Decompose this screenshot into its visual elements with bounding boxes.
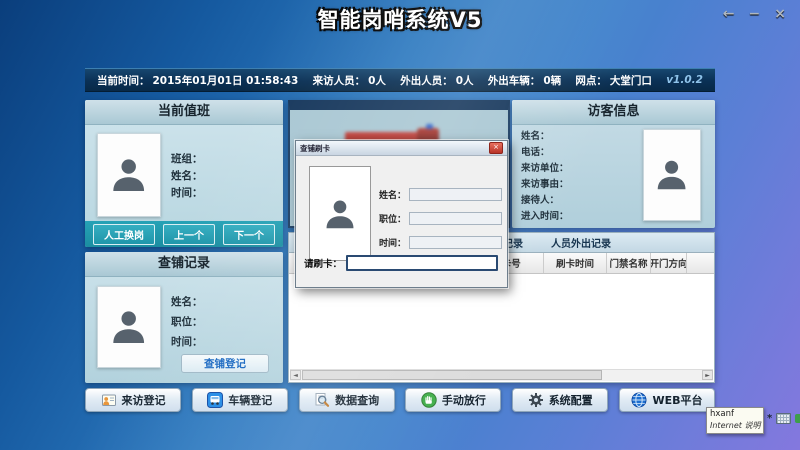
web-platform-button[interactable]: WEB平台 bbox=[619, 388, 715, 412]
ime-caption: Internet 说明 bbox=[710, 420, 760, 431]
check-field-time: 时间： bbox=[171, 332, 203, 352]
check-field-position: 职位： bbox=[171, 312, 203, 332]
out-vehicle-count: 外出车辆：0辆 bbox=[488, 73, 564, 88]
bed-check-photo bbox=[97, 286, 161, 368]
check-field-name: 姓名： bbox=[171, 292, 203, 312]
swipe-card-label: 请刷卡： bbox=[304, 256, 342, 270]
ime-input-text: hxanf bbox=[710, 409, 760, 420]
app-window: 智能岗哨系统V5 ← − × 当前时间：2015年01月01日 01:58:43… bbox=[0, 0, 800, 450]
next-button[interactable]: 下一个 bbox=[223, 224, 275, 245]
dialog-title: 查铺刷卡 bbox=[300, 143, 489, 154]
visitor-register-icon bbox=[101, 392, 117, 408]
duty-field-time: 时间： bbox=[171, 185, 203, 202]
visitor-field-entry-time: 进入时间： bbox=[521, 209, 569, 225]
col-swipe-time: 刷卡时间 bbox=[544, 253, 607, 273]
ime-mode-icon[interactable] bbox=[795, 414, 800, 423]
ime-pen-icon[interactable]: * bbox=[767, 414, 772, 424]
dialog-time-input[interactable] bbox=[409, 236, 502, 249]
system-config-button[interactable]: 系统配置 bbox=[512, 388, 608, 412]
visitor-field-host: 接待人： bbox=[521, 193, 569, 209]
title-bar: 智能岗哨系统V5 ← − × bbox=[0, 0, 800, 40]
visitor-field-phone: 电话： bbox=[521, 145, 569, 161]
window-controls: ← − × bbox=[723, 6, 786, 22]
back-icon[interactable]: ← bbox=[723, 6, 735, 22]
site-name: 网点：大堂门口 bbox=[575, 73, 655, 88]
visitor-field-name: 姓名： bbox=[521, 129, 569, 145]
horizontal-scrollbar[interactable]: ◄ ► bbox=[290, 369, 713, 381]
person-silhouette-icon bbox=[107, 305, 150, 348]
data-query-icon bbox=[314, 392, 330, 408]
col-door-direction: 开门方向 bbox=[651, 253, 687, 273]
current-time: 当前时间：2015年01月01日 01:58:43 bbox=[97, 73, 301, 88]
duty-field-team: 班组： bbox=[171, 151, 203, 168]
keyboard-icon[interactable] bbox=[776, 413, 791, 424]
ime-tooltip: hxanf Internet 说明 bbox=[706, 407, 764, 434]
bed-check-swipe-dialog: 查铺刷卡 × 姓名： 职位： 时间： 请刷卡： bbox=[295, 140, 508, 288]
dialog-photo bbox=[309, 166, 371, 261]
tab-personnel-out-records[interactable]: 人员外出记录 bbox=[537, 235, 625, 250]
dialog-position-input[interactable] bbox=[409, 212, 502, 225]
dialog-name-input[interactable] bbox=[409, 188, 502, 201]
dialog-title-bar[interactable]: 查铺刷卡 × bbox=[296, 141, 507, 156]
visitor-field-reason: 来访事由： bbox=[521, 177, 569, 193]
minimize-icon[interactable]: − bbox=[749, 6, 761, 22]
visitor-info-panel: 访客信息 姓名： 电话： 来访单位： 来访事由： 接待人： 进入时间： bbox=[512, 100, 715, 228]
manual-shift-button[interactable]: 人工换岗 bbox=[93, 224, 155, 245]
scroll-right-icon[interactable]: ► bbox=[702, 370, 713, 380]
current-duty-panel: 当前值班 班组： 姓名： 时间： 人工换岗 上一个 下一个 bbox=[85, 100, 283, 247]
dialog-time-label: 时间： bbox=[376, 236, 406, 249]
manual-release-icon bbox=[421, 392, 437, 408]
bed-check-title: 查铺记录 bbox=[85, 252, 283, 277]
scrollbar-thumb[interactable] bbox=[302, 370, 602, 380]
app-title: 智能岗哨系统V5 bbox=[0, 0, 800, 40]
close-icon[interactable]: × bbox=[774, 6, 786, 22]
person-silhouette-icon bbox=[107, 153, 150, 196]
language-bar: * bbox=[767, 413, 800, 424]
visitor-photo bbox=[643, 129, 701, 221]
vehicle-register-button[interactable]: 车辆登记 bbox=[192, 388, 288, 412]
person-silhouette-icon bbox=[321, 195, 359, 233]
dialog-position-label: 职位： bbox=[376, 212, 406, 225]
bed-check-register-button[interactable]: 查铺登记 bbox=[181, 354, 269, 373]
person-silhouette-icon bbox=[652, 155, 691, 194]
duty-photo bbox=[97, 133, 161, 217]
col-spare bbox=[687, 253, 714, 273]
dialog-name-label: 姓名： bbox=[376, 188, 406, 201]
system-config-icon bbox=[528, 392, 544, 408]
duty-field-name: 姓名： bbox=[171, 168, 203, 185]
visitor-info-title: 访客信息 bbox=[512, 100, 715, 125]
bottom-toolbar: 来访登记 车辆登记 数据查询 bbox=[85, 387, 715, 413]
version-label: v1.0.2 bbox=[666, 74, 703, 86]
visitor-field-company: 来访单位： bbox=[521, 161, 569, 177]
status-bar: 当前时间：2015年01月01日 01:58:43 来访人员：0人 外出人员：0… bbox=[85, 68, 715, 92]
scroll-left-icon[interactable]: ◄ bbox=[290, 370, 301, 380]
swipe-card-input[interactable] bbox=[346, 255, 498, 271]
col-door-name: 门禁名称 bbox=[607, 253, 651, 273]
vehicle-register-icon bbox=[207, 392, 223, 408]
data-query-button[interactable]: 数据查询 bbox=[299, 388, 395, 412]
visit-register-button[interactable]: 来访登记 bbox=[85, 388, 181, 412]
web-platform-icon bbox=[631, 392, 647, 408]
current-duty-title: 当前值班 bbox=[85, 100, 283, 125]
dialog-close-icon[interactable]: × bbox=[489, 142, 503, 154]
duty-button-bar: 人工换岗 上一个 下一个 bbox=[85, 221, 283, 247]
visitor-count: 来访人员：0人 bbox=[313, 73, 389, 88]
bed-check-panel: 查铺记录 姓名： 职位： 时间： 查铺登记 bbox=[85, 252, 283, 383]
manual-release-button[interactable]: 手动放行 bbox=[405, 388, 501, 412]
previous-button[interactable]: 上一个 bbox=[163, 224, 215, 245]
out-people-count: 外出人员：0人 bbox=[400, 73, 476, 88]
